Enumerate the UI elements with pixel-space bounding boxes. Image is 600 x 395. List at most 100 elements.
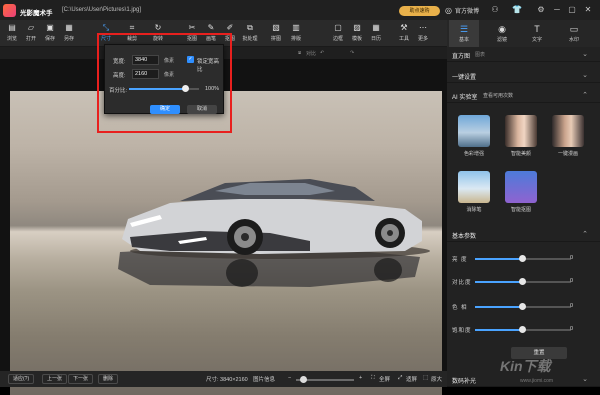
ai-tool-beauty[interactable]: 智能美颜 [505, 115, 537, 157]
collage-icon: ▧ [272, 23, 280, 32]
cutout-icon: ✂ [188, 23, 196, 32]
batch-icon: ⧉ [247, 23, 253, 32]
ai-tool-cutout[interactable]: 智能抠图 [505, 171, 537, 213]
status-bar: 适应(?) 上一张 下一张 删除 尺寸: 3840×2160 图片信息 − + … [0, 371, 447, 387]
hue-slider[interactable]: 色 相 0 [447, 301, 600, 313]
compare-icon[interactable]: ⧈ [298, 50, 301, 56]
chevron-up-icon: ⌃ [582, 92, 588, 99]
skin-icon[interactable]: ⚇ [489, 4, 501, 16]
ai-tool-color[interactable]: 色彩增强 [458, 115, 490, 157]
slider-handle[interactable] [519, 326, 526, 333]
saturation-slider[interactable]: 饱和度 0 [447, 324, 600, 336]
ai-tool-eraser[interactable]: 消除笔 [458, 171, 490, 213]
auto-title: 一键设置 [452, 75, 477, 81]
image-info-button[interactable]: 图片信息 [253, 375, 275, 383]
ai-tool-cartoon[interactable]: 一键漫画 [552, 115, 584, 157]
template-icon: ▨ [353, 23, 361, 32]
weibo-icon[interactable]: ◎ [443, 5, 454, 16]
minimize-icon[interactable]: ─ [551, 4, 563, 16]
title-bar: 光影魔术手 [C:\Users\User\Pictures\1.jpg] 助点速… [0, 0, 600, 20]
folder-icon: ▤ [8, 23, 16, 32]
histogram-sub: 图表 [475, 52, 486, 58]
open-icon: ▱ [27, 23, 35, 32]
fullscreen-icon[interactable]: ⛶ [371, 375, 375, 382]
slider-handle[interactable] [519, 255, 526, 262]
tool-save[interactable]: ▣ 保存 [41, 20, 59, 47]
contrast-slider[interactable]: 对比度 0 [447, 276, 600, 288]
prev-button[interactable]: 上一张 [42, 374, 68, 384]
tool-batch[interactable]: ⧉ 批处理 [241, 20, 259, 47]
tool-calendar[interactable]: ▦ 日历 [367, 20, 385, 47]
shirt-icon[interactable]: 👕 [511, 4, 523, 16]
chevron-up-icon: ⌃ [582, 231, 588, 238]
tab-filter[interactable]: ◉ 滤镜 [487, 20, 517, 47]
brush-icon: ✎ [207, 23, 215, 32]
tool-open[interactable]: ▱ 打开 [22, 20, 40, 47]
original-size-icon[interactable]: ⬚ [423, 375, 428, 381]
tool-collage[interactable]: ▧ 拼图 [267, 20, 285, 47]
tool-browse[interactable]: ▤ 浏览 [3, 20, 21, 47]
delete-button[interactable]: 删除 [98, 374, 119, 384]
compare-button[interactable]: 对比 [306, 50, 316, 57]
more-icon: ⋯ [419, 23, 427, 32]
zoom-slider-handle[interactable] [299, 376, 307, 383]
maximize-icon[interactable]: ▢ [566, 4, 578, 16]
image-size: 尺寸: 3840×2160 [206, 377, 248, 383]
eraser-icon [458, 171, 490, 203]
ai-title: AI 实验室 [452, 95, 478, 101]
car-photo [10, 91, 442, 395]
tab-watermark[interactable]: ▭ 水印 [559, 20, 589, 47]
file-path: [C:\Users\User\Pictures\1.jpg] [62, 7, 142, 13]
fit-button[interactable]: 适屏 [406, 375, 417, 383]
slider-handle[interactable] [519, 303, 526, 310]
beauty-icon [505, 115, 537, 147]
zoom-out-icon[interactable]: − [288, 375, 291, 381]
highlight-frame [97, 33, 232, 133]
text-icon: T [534, 24, 540, 34]
basic-params-section[interactable]: 基本参数 ⌃ [447, 227, 600, 242]
weibo-link[interactable]: 官方微博 [455, 6, 479, 15]
resize-icon: ⤡ [102, 23, 110, 32]
vip-button[interactable]: 助点速购 [399, 6, 440, 16]
fit-icon[interactable]: ⤢ [398, 375, 402, 382]
color-enhance-icon [458, 115, 490, 147]
tool-save-as[interactable]: ▦ 另存 [60, 20, 78, 47]
panel-tabs: ☰ 基本 ◉ 滤镜 T 文字 ▭ 水印 [447, 20, 600, 47]
tool-layout[interactable]: ▥ 排版 [287, 20, 305, 47]
tool-border[interactable]: ▢ 边框 [329, 20, 347, 47]
tool-tools[interactable]: ⚒ 工具 [395, 20, 413, 47]
redo-button[interactable]: ↷ [350, 50, 354, 56]
zoom-select[interactable]: 适应(?) [8, 374, 35, 384]
calendar-icon: ▦ [372, 23, 380, 32]
zoom-in-icon[interactable]: + [359, 375, 362, 381]
crop-icon: ⌗ [129, 23, 135, 32]
app-title: 光影魔术手 [20, 10, 53, 17]
watermark-icon: ▭ [569, 24, 579, 34]
ai-section[interactable]: AI 实验室 查看可用次数 ⌃ [447, 88, 600, 103]
save-as-icon: ▦ [65, 23, 73, 32]
slider-handle[interactable] [519, 278, 526, 285]
chevron-down-icon: ⌄ [582, 51, 588, 58]
undo-button[interactable]: ↶ [320, 50, 324, 56]
histogram-section[interactable]: 直方图 图表 ⌄ [447, 47, 600, 62]
tool-more[interactable]: ⋯ 更多 [414, 20, 432, 47]
original-size-button[interactable]: 原大 [431, 375, 442, 383]
brightness-slider[interactable]: 亮 度 0 [447, 253, 600, 265]
close-icon[interactable]: ✕ [582, 4, 594, 16]
histogram-title: 直方图 [452, 54, 471, 60]
matting-icon: ✐ [226, 23, 234, 32]
fullscreen-button[interactable]: 全屏 [379, 375, 390, 383]
next-button[interactable]: 下一张 [68, 374, 94, 384]
tools-icon: ⚒ [400, 23, 408, 32]
tab-basic[interactable]: ☰ 基本 [449, 20, 479, 47]
border-icon: ▢ [334, 23, 342, 32]
adjust-panel: 直方图 图表 ⌄ 一键设置 ⌄ AI 实验室 查看可用次数 ⌃ 色彩增强 智能美… [447, 47, 600, 387]
cartoon-icon [552, 115, 584, 147]
filter-icon: ◉ [498, 24, 506, 34]
ai-quota-link[interactable]: 查看可用次数 [483, 92, 513, 99]
tab-text[interactable]: T 文字 [522, 20, 552, 47]
site-watermark-url: www.jiomi.com [520, 378, 554, 384]
settings-icon[interactable]: ⚙ [535, 4, 547, 16]
auto-section[interactable]: 一键设置 ⌄ [447, 68, 600, 83]
tool-template[interactable]: ▨ 模板 [348, 20, 366, 47]
